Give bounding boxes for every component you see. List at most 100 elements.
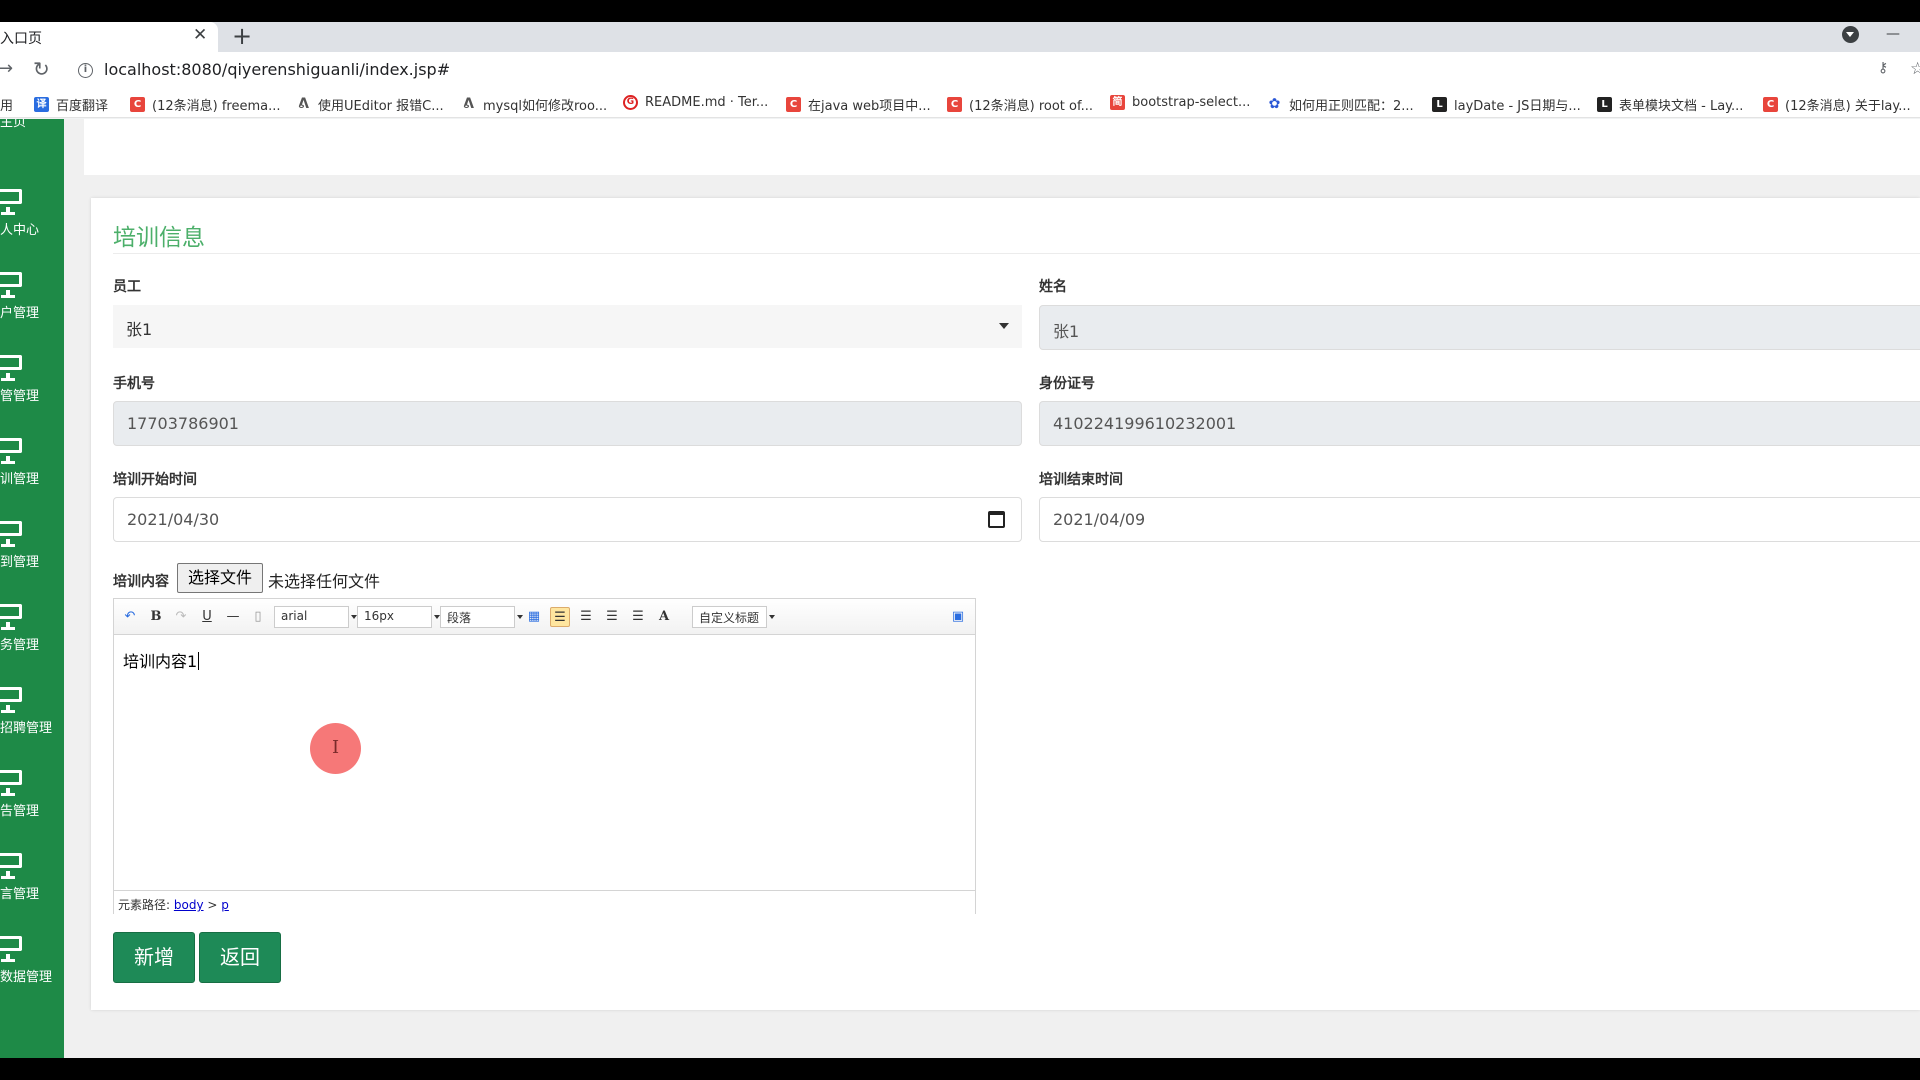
bookmark-item[interactable]: C (12条消息) freema... [130, 95, 280, 114]
undo-icon[interactable]: ↶ [120, 607, 140, 627]
bookmark-item[interactable]: 简 bootstrap-select... [1110, 95, 1250, 110]
sidebar-item-data-management[interactable]: 数据管理 [0, 936, 64, 996]
bookmark-label: 百度翻译 [56, 99, 109, 114]
browser-tab[interactable]: 入口页 ✕ [0, 22, 218, 52]
font-color-icon[interactable]: A [654, 607, 674, 627]
address-bar[interactable]: localhost:8080/qiyerenshiguanli/index.js… [104, 60, 450, 79]
bold-icon[interactable]: B [146, 607, 166, 627]
csdn-icon: C [130, 97, 145, 112]
browser-toolbar: → ↻ i localhost:8080/qiyerenshiguanli/in… [0, 52, 1920, 88]
font-size-select[interactable]: 16px [357, 606, 440, 628]
csdn-icon: C [947, 97, 962, 112]
jianshu-icon: 简 [1110, 95, 1125, 110]
sidebar-item-user-management[interactable]: 户管理 [0, 272, 64, 332]
sidebar-item-message-management[interactable]: 言管理 [0, 853, 64, 913]
caret-down-icon [999, 323, 1009, 329]
content-label: 培训内容 [113, 574, 169, 590]
bookmarks-bar: 用 译百度翻译 C (12条消息) freema... ᕕ 使用UEditor 报错… [0, 88, 1920, 118]
bookmark-item[interactable]: C (12条消息) root of... [947, 95, 1093, 114]
page: 主页 人中心 户管理 管管理 训管理 到管理 务管理 招聘管理 告管理 言管理 … [0, 119, 1920, 1058]
bookmark-label: 用 [0, 99, 14, 114]
bookmark-item[interactable]: G README.md · Ter... [623, 95, 768, 110]
sidebar-item-notice-management[interactable]: 告管理 [0, 770, 64, 830]
csdn-icon: C [786, 97, 801, 112]
monitor-icon [0, 853, 22, 879]
reload-icon[interactable]: ↻ [33, 57, 50, 81]
sidebar-item-personal-center[interactable]: 人中心 [0, 189, 64, 249]
bookmark-label: README.md · Ter... [645, 95, 769, 110]
sidebar: 主页 人中心 户管理 管管理 训管理 到管理 务管理 招聘管理 告管理 言管理 … [0, 119, 64, 1058]
align-justify-icon[interactable]: ☰ [628, 607, 648, 627]
start-date-field[interactable]: 2021/04/30 [113, 497, 1022, 542]
bookmark-item[interactable]: ✿ 如何用正则匹配：2... [1267, 95, 1414, 115]
rich-text-editor: ↶ B ↷ U — ▯ arial 16px 段落 ▦ ☰ ☰ ☰ ☰ A 自定… [113, 598, 976, 914]
monitor-icon [0, 770, 22, 796]
align-center-icon[interactable]: ☰ [602, 607, 622, 627]
baidu-translate-icon: 译 [34, 97, 49, 112]
start-date-value: 2021/04/30 [127, 510, 220, 529]
layui-icon: L [1432, 97, 1447, 112]
path-p-link[interactable]: p [221, 898, 229, 912]
name-label: 姓名 [1039, 279, 1067, 295]
site-info-icon[interactable]: i [78, 63, 93, 78]
bookmark-item[interactable]: C 在java web项目中... [786, 95, 931, 114]
bookmark-item[interactable]: 译百度翻译 [34, 95, 108, 114]
new-tab-icon[interactable]: + [232, 22, 252, 50]
key-icon[interactable]: ⚷ [1878, 60, 1888, 76]
monitor-icon [0, 687, 22, 713]
path-separator: > [207, 898, 218, 912]
bookmark-item[interactable]: C (12条消息) 关于lay... [1763, 95, 1911, 114]
sidebar-item-training-management[interactable]: 训管理 [0, 438, 64, 498]
calendar-icon[interactable] [988, 511, 1005, 528]
bookmark-apps[interactable]: 用 [0, 95, 13, 114]
bookmark-star-icon[interactable]: ☆ [1910, 59, 1920, 79]
idcard-field[interactable]: 410224199610232001 [1039, 401, 1920, 446]
paragraph-select[interactable]: 段落 [440, 606, 523, 628]
bookmark-icon: ᕕ [463, 96, 474, 112]
choose-file-button[interactable]: 选择文件 [177, 563, 263, 593]
underline-icon[interactable]: U [197, 607, 217, 627]
monitor-icon [0, 438, 22, 464]
align-left-icon[interactable]: ☰ [550, 607, 570, 627]
bookmark-icon: ᕕ [298, 96, 309, 112]
name-field[interactable]: 张1 [1039, 305, 1920, 350]
back-button[interactable]: 返回 [199, 932, 281, 983]
minimize-icon[interactable]: — [1886, 26, 1900, 42]
bookmark-label: 如何用正则匹配：2... [1289, 99, 1414, 114]
sidebar-item-affairs-management[interactable]: 务管理 [0, 604, 64, 664]
text-cursor [198, 652, 200, 670]
bookmark-label: layDate - JS日期与... [1454, 99, 1581, 114]
employee-select[interactable]: 张1 [113, 305, 1022, 348]
redo-icon[interactable]: ↷ [171, 607, 191, 627]
bookmark-item[interactable]: LlayDate - JS日期与... [1432, 95, 1581, 114]
sidebar-item-recruitment-management[interactable]: 招聘管理 [0, 687, 64, 747]
custom-title-select[interactable]: 自定义标题 [692, 606, 775, 628]
bookmark-item[interactable]: L 表单模块文档 - Lay... [1597, 95, 1743, 114]
end-date-field[interactable]: 2021/04/09 [1039, 497, 1920, 542]
path-body-link[interactable]: body [174, 898, 204, 912]
font-family-select[interactable]: arial [274, 606, 357, 628]
sidebar-item-management[interactable]: 管管理 [0, 355, 64, 415]
table-icon[interactable]: ▦ [524, 607, 544, 627]
sidebar-item-attendance-management[interactable]: 到管理 [0, 521, 64, 581]
sidebar-home-label[interactable]: 主页 [0, 119, 26, 130]
bookmark-item[interactable]: ᕕ 使用UEditor 报错C... [296, 95, 444, 115]
add-button[interactable]: 新增 [113, 932, 195, 983]
align-right-icon[interactable]: ☰ [576, 607, 596, 627]
monitor-icon [0, 272, 22, 298]
browser-window: 入口页 ✕ + — → ↻ i localhost:8080/qiyerensh… [0, 22, 1920, 1058]
page-title: 培训信息 [113, 225, 205, 251]
tab-search-icon[interactable] [1842, 26, 1859, 43]
file-status-text: 未选择任何文件 [268, 572, 381, 591]
page-icon[interactable]: ▯ [248, 607, 268, 627]
phone-field[interactable]: 17703786901 [113, 401, 1022, 446]
editor-content-area[interactable]: 培训内容1 [123, 648, 200, 672]
bookmark-item[interactable]: ᕕ mysql如何修改roo... [461, 95, 607, 115]
tab-title: 入口页 [0, 31, 42, 47]
forward-icon[interactable]: → [0, 58, 13, 79]
fullscreen-icon[interactable]: ▣ [948, 607, 968, 627]
bookmark-label: 在java web项目中... [808, 99, 931, 114]
horizontal-rule-icon[interactable]: — [223, 607, 243, 627]
idcard-label: 身份证号 [1039, 376, 1095, 392]
close-tab-icon[interactable]: ✕ [193, 25, 207, 45]
